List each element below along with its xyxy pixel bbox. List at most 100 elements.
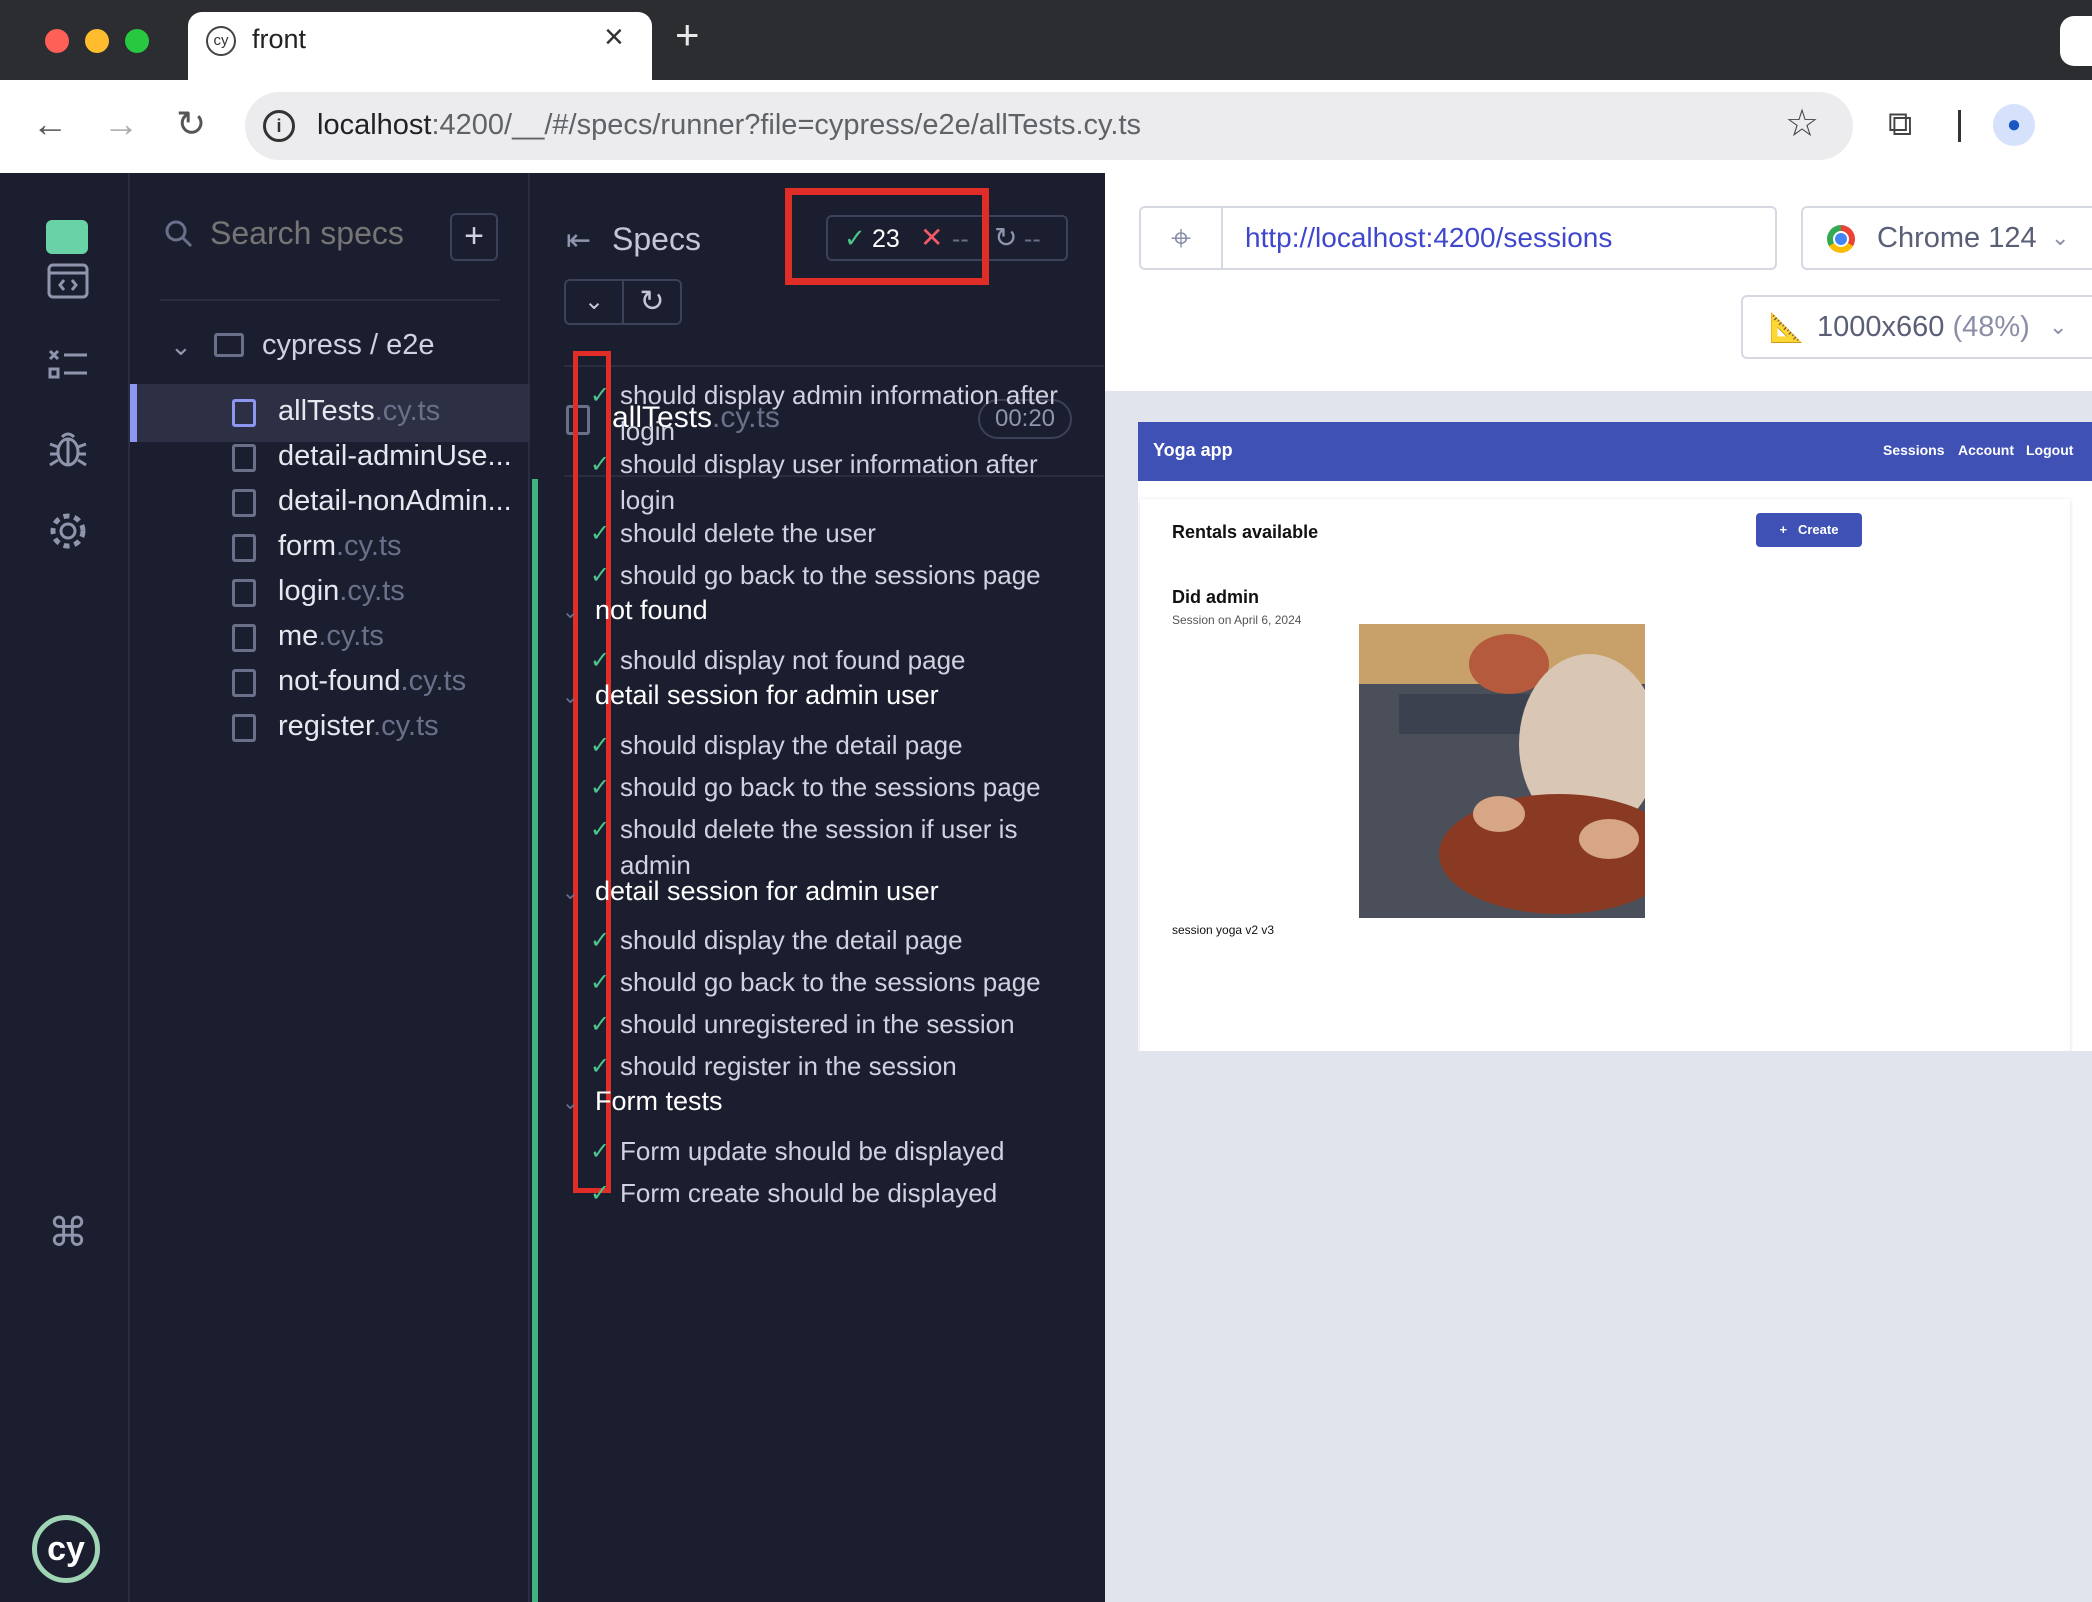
project-logo-icon[interactable]: [46, 220, 88, 256]
runs-nav-icon[interactable]: [40, 337, 96, 393]
spec-name-text: login: [278, 575, 340, 607]
browser-menu-icon[interactable]: ⋮: [2076, 102, 2092, 138]
ruler-icon: 📐: [1769, 312, 1804, 343]
minimize-window-button[interactable]: [85, 29, 109, 53]
spec-name: register.cy.ts: [278, 710, 439, 743]
search-specs-input[interactable]: [210, 215, 430, 252]
nav-logout-link[interactable]: Logout: [2026, 442, 2073, 458]
viewport-size: 1000x660: [1817, 311, 1945, 343]
new-spec-button[interactable]: +: [450, 213, 498, 261]
profile-avatar-icon[interactable]: ●: [1993, 104, 2035, 146]
aut-url-field[interactable]: http://localhost:4200/sessions: [1221, 206, 1777, 270]
spec-extension: .cy.ts: [336, 530, 402, 562]
test-title: should delete the session if user is adm…: [620, 814, 1018, 880]
spec-extension: .cy.ts: [400, 665, 467, 697]
session-date: Session on April 6, 2024: [1172, 613, 1302, 627]
spec-name: me.cy.ts: [278, 620, 384, 653]
maximize-window-button[interactable]: [125, 29, 149, 53]
chevron-down-icon[interactable]: ⌄: [170, 331, 192, 362]
test-title: should unregistered in the session: [620, 1009, 1015, 1039]
test-title: should go back to the sessions page: [620, 560, 1041, 590]
passed-check-icon: ✓: [590, 1180, 611, 1207]
viewport-select[interactable]: 📐 1000x660 (48%) ⌄: [1741, 295, 2092, 359]
folder-label: cypress / e2e: [262, 329, 435, 361]
spec-extension: .cy.ts: [374, 395, 441, 427]
spec-name-text: register: [278, 710, 374, 742]
collapse-sidebar-icon[interactable]: ⇤: [566, 223, 591, 258]
reporter-header-title: Specs: [612, 221, 701, 257]
spec-name-text: me: [278, 620, 319, 652]
app-under-test-panel: ⌖ http://localhost:4200/sessions Chrome …: [1105, 173, 2092, 1602]
test-title: should display admin information after l…: [620, 380, 1058, 446]
specs-nav-icon[interactable]: [40, 253, 96, 309]
spec-extension: .cy.ts: [318, 620, 384, 652]
divider: [160, 299, 500, 301]
browser-select[interactable]: Chrome 124 ⌄: [1801, 206, 2092, 270]
chrome-icon: [1827, 225, 1855, 253]
reload-button[interactable]: ↻: [176, 106, 206, 142]
file-icon: [232, 669, 256, 697]
nav-account-link[interactable]: Account: [1958, 442, 2014, 458]
cypress-logo-icon[interactable]: cy: [32, 1515, 100, 1583]
passed-check-icon: ✓: [590, 927, 611, 954]
chevron-down-icon[interactable]: ⌄: [562, 684, 579, 709]
address-bar-url[interactable]: localhost:4200/__/#/specs/runner?file=cy…: [317, 109, 1141, 142]
back-button[interactable]: ←: [32, 106, 68, 142]
chevron-down-icon[interactable]: ⌄: [562, 880, 579, 905]
close-window-button[interactable]: [45, 29, 69, 53]
spec-name: form.cy.ts: [278, 530, 402, 563]
file-icon: [232, 399, 256, 427]
file-icon: [232, 534, 256, 562]
aut-iframe[interactable]: Yoga app Sessions Account Logout Rentals…: [1138, 422, 2092, 1051]
file-icon: [232, 579, 256, 607]
bookmark-star-icon[interactable]: ☆: [1785, 104, 1819, 144]
passed-check-icon: ✓: [590, 732, 611, 759]
new-tab-button[interactable]: +: [675, 14, 700, 56]
settings-gear-icon[interactable]: [40, 503, 96, 559]
close-tab-icon[interactable]: ×: [604, 20, 624, 54]
tab-search-button[interactable]: [2060, 16, 2092, 66]
suite-title[interactable]: Form tests: [595, 1086, 723, 1117]
extensions-puzzle-icon[interactable]: ⧉: [1888, 106, 1912, 142]
session-description: session yoga v2 v3: [1172, 923, 1275, 937]
keyboard-shortcuts-icon[interactable]: ⌘: [40, 1205, 96, 1261]
suite-title[interactable]: detail session for admin user: [595, 680, 939, 711]
chevron-down-icon[interactable]: ⌄: [562, 599, 579, 624]
passed-check-icon: ✓: [590, 1011, 611, 1038]
passed-check-icon: ✓: [590, 562, 611, 589]
file-icon: [232, 714, 256, 742]
expand-collapse-button[interactable]: ⌄: [564, 279, 624, 325]
rerun-tests-button[interactable]: ↻: [622, 279, 682, 325]
passed-check-icon: ✓: [590, 382, 611, 409]
spec-item-register[interactable]: register.cy.ts: [130, 699, 530, 757]
browser-toolbar: ← → ↻ i localhost:4200/__/#/specs/runner…: [0, 80, 2092, 173]
test-title: should display not found page: [620, 645, 966, 675]
address-bar[interactable]: i localhost:4200/__/#/specs/runner?file=…: [245, 92, 1853, 160]
test-title: should register in the session: [620, 1051, 957, 1081]
passed-check-icon: ✓: [590, 1138, 611, 1165]
cypress-favicon-icon: cy: [206, 26, 236, 56]
selector-playground-crosshair-icon[interactable]: ⌖: [1139, 206, 1221, 270]
test-title: should display the detail page: [620, 730, 963, 760]
passed-check-icon: ✓: [590, 969, 611, 996]
cypress-nav-rail: ⌘ cy: [0, 173, 130, 1602]
site-info-icon[interactable]: i: [263, 110, 295, 142]
spec-name-text: not-found: [278, 665, 401, 697]
chevron-down-icon[interactable]: ⌄: [562, 1090, 579, 1115]
chevron-down-icon: ⌄: [2049, 314, 2068, 339]
browser-tab[interactable]: cy front ×: [188, 12, 652, 82]
passed-check-icon: ✓: [590, 451, 611, 478]
create-session-button[interactable]: + Create: [1756, 513, 1862, 547]
nav-sessions-link[interactable]: Sessions: [1883, 442, 1944, 458]
spec-extension: .cy.ts: [339, 575, 405, 607]
forward-button[interactable]: →: [103, 106, 139, 142]
rentals-title: Rentals available: [1172, 522, 1319, 542]
debug-bug-icon[interactable]: [40, 421, 96, 477]
session-name: Did admin: [1172, 587, 1260, 607]
passed-check-icon: ✓: [590, 520, 611, 547]
spec-name: detail-adminUse...: [278, 440, 512, 473]
chevron-down-icon: ⌄: [2051, 225, 2070, 250]
passed-check-icon: ✓: [590, 647, 611, 674]
suite-title[interactable]: detail session for admin user: [595, 876, 939, 907]
suite-title[interactable]: not found: [595, 595, 708, 626]
